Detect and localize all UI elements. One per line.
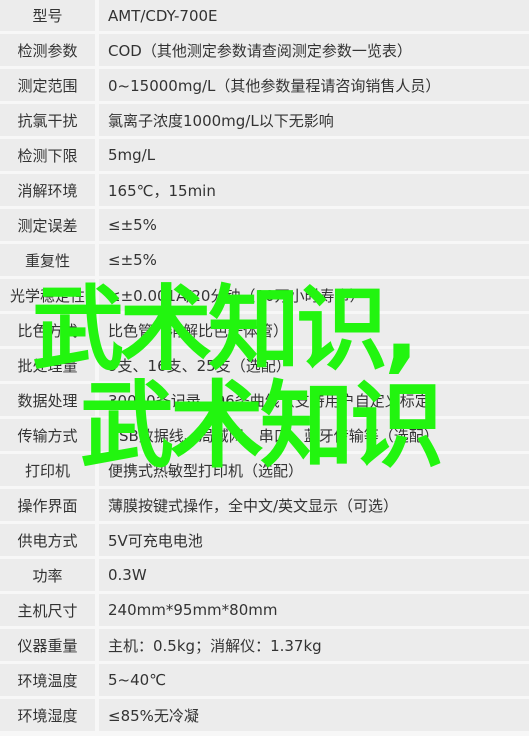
spec-row: 测定误差 ≤±5% (0, 209, 529, 241)
spec-row: 主机尺寸 240mm*95mm*80mm (0, 594, 529, 626)
spec-row: 检测参数 COD（其他测定参数请查阅测定参数一览表） (0, 34, 529, 66)
spec-value: AMT/CDY-700E (99, 0, 529, 31)
spec-row: 仪器重量 主机：0.5kg；消解仪：1.37kg (0, 629, 529, 661)
spec-label: 测定误差 (0, 209, 95, 241)
spec-row: 检测下限 5mg/L (0, 139, 529, 171)
spec-label: 功率 (0, 559, 95, 591)
spec-row: 重复性 ≤±5% (0, 244, 529, 276)
spec-value: 30000条记录，96条曲线（支持用户自定义标定） (99, 384, 529, 416)
spec-row: 光学稳定性 ≤±0.001A/20分钟（10万小时寿命） (0, 279, 529, 311)
spec-value: USB数据线、局域网、串口、蓝牙传输等（选配） (99, 419, 529, 451)
spec-label: 环境湿度 (0, 699, 95, 731)
spec-value: 5V可充电电池 (99, 524, 529, 556)
spec-label: 批处理量 (0, 349, 95, 381)
spec-value: 9支、16支、25支（选配） (99, 349, 529, 381)
spec-row: 环境温度 5~40℃ (0, 664, 529, 696)
spec-value: 比色管（消解比色一体管） (99, 314, 529, 346)
spec-label: 环境温度 (0, 664, 95, 696)
spec-row: 抗氯干扰 氯离子浓度1000mg/L以下无影响 (0, 104, 529, 136)
spec-label: 仪器重量 (0, 629, 95, 661)
spec-label: 重复性 (0, 244, 95, 276)
spec-value: 氯离子浓度1000mg/L以下无影响 (99, 104, 529, 136)
spec-value: ≤85%无冷凝 (99, 699, 529, 731)
spec-label: 检测参数 (0, 34, 95, 66)
spec-table: 型号 AMT/CDY-700E 检测参数 COD（其他测定参数请查阅测定参数一览表）测… (0, 0, 529, 734)
spec-label: 打印机 (0, 454, 95, 486)
spec-label: 供电方式 (0, 524, 95, 556)
spec-label: 测定范围 (0, 69, 95, 101)
spec-row: 数据处理 30000条记录，96条曲线（支持用户自定义标定） (0, 384, 529, 416)
spec-label: 主机尺寸 (0, 594, 95, 626)
spec-row: 批处理量 9支、16支、25支（选配） (0, 349, 529, 381)
spec-label: 检测下限 (0, 139, 95, 171)
spec-value: 0.3W (99, 559, 529, 591)
spec-label: 抗氯干扰 (0, 104, 95, 136)
spec-label: 操作界面 (0, 489, 95, 521)
spec-value: 0~15000mg/L（其他参数量程请咨询销售人员） (99, 69, 529, 101)
spec-value: ≤±5% (99, 244, 529, 276)
spec-value: 5~40℃ (99, 664, 529, 696)
spec-label: 型号 (0, 0, 95, 31)
spec-row: 消解环境 165℃，15min (0, 174, 529, 206)
spec-row: 打印机 便携式热敏型打印机（选配） (0, 454, 529, 486)
spec-value: 便携式热敏型打印机（选配） (99, 454, 529, 486)
spec-value: 165℃，15min (99, 174, 529, 206)
spec-value: 主机：0.5kg；消解仪：1.37kg (99, 629, 529, 661)
spec-value: 240mm*95mm*80mm (99, 594, 529, 626)
spec-row: 传输方式 USB数据线、局域网、串口、蓝牙传输等（选配） (0, 419, 529, 451)
spec-row: 供电方式 5V可充电电池 (0, 524, 529, 556)
spec-row: 操作界面 薄膜按键式操作，全中文/英文显示（可选） (0, 489, 529, 521)
spec-row: 型号 AMT/CDY-700E (0, 0, 529, 31)
spec-value: COD（其他测定参数请查阅测定参数一览表） (99, 34, 529, 66)
spec-label: 光学稳定性 (0, 279, 95, 311)
spec-value: ≤±0.001A/20分钟（10万小时寿命） (99, 279, 529, 311)
spec-value: 薄膜按键式操作，全中文/英文显示（可选） (99, 489, 529, 521)
spec-label: 数据处理 (0, 384, 95, 416)
spec-row: 环境湿度 ≤85%无冷凝 (0, 699, 529, 731)
spec-row: 比色方式 比色管（消解比色一体管） (0, 314, 529, 346)
spec-value: ≤±5% (99, 209, 529, 241)
spec-label: 传输方式 (0, 419, 95, 451)
spec-label: 消解环境 (0, 174, 95, 206)
spec-row: 功率 0.3W (0, 559, 529, 591)
spec-label: 比色方式 (0, 314, 95, 346)
spec-row: 测定范围 0~15000mg/L（其他参数量程请咨询销售人员） (0, 69, 529, 101)
spec-value: 5mg/L (99, 139, 529, 171)
